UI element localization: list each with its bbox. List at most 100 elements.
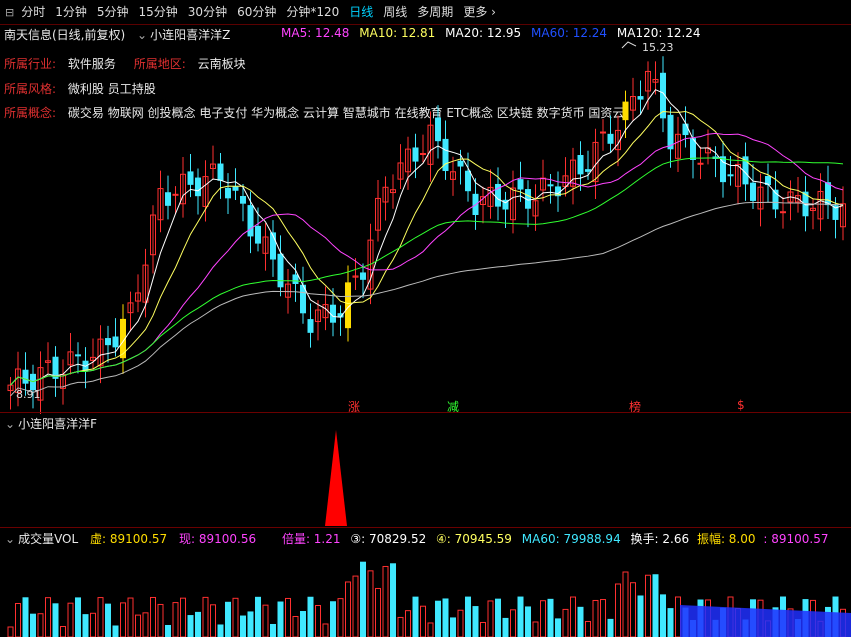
candle-body <box>360 272 366 280</box>
tab-1[interactable]: 1分钟 <box>50 0 92 24</box>
volume-bar <box>187 615 194 637</box>
volume-bar <box>112 625 119 637</box>
candlestick-chart[interactable] <box>0 24 851 414</box>
tab-3[interactable]: 15分钟 <box>134 0 183 24</box>
volume-bar <box>427 622 434 637</box>
tab-7[interactable]: 日线 <box>344 0 378 24</box>
volume-bar <box>157 603 164 637</box>
volume-bar <box>652 574 659 637</box>
candle-body <box>607 133 614 144</box>
tab-6[interactable]: 分钟*120 <box>281 0 344 24</box>
dollar-marker: $ <box>737 398 745 412</box>
tab-10[interactable]: 更多 › <box>458 0 501 24</box>
candle-body <box>825 182 831 206</box>
volume-bar <box>52 603 59 637</box>
candle-body <box>517 179 524 190</box>
vol-huanshou: 换手: 2.66 <box>630 532 690 546</box>
panel-divider <box>0 527 851 528</box>
candle-body <box>172 193 179 196</box>
volume-bar <box>562 608 569 637</box>
volume-bar <box>577 606 584 637</box>
volume-bar <box>90 612 96 637</box>
volume-bar <box>292 616 299 637</box>
candles <box>7 56 846 414</box>
candle-body <box>600 131 606 134</box>
volume-bar <box>345 581 351 637</box>
volume-bar <box>592 599 599 637</box>
volume-bar <box>435 600 441 637</box>
candle-body <box>697 162 704 165</box>
candle-body <box>420 153 426 156</box>
volume-bar <box>495 598 501 637</box>
candle-body <box>577 155 584 175</box>
vol-v3: ③: 70829.52 <box>350 532 427 546</box>
volume-bar <box>240 615 246 637</box>
volume-bar <box>600 599 606 637</box>
tab-5[interactable]: 60分钟 <box>232 0 281 24</box>
volume-bar <box>637 595 644 637</box>
volume-bar <box>330 601 336 637</box>
volume-bar <box>360 561 366 637</box>
candle-body <box>330 304 336 323</box>
volume-bar <box>465 596 471 637</box>
volume-bar <box>630 582 636 637</box>
candle-body <box>637 96 644 100</box>
tab-8[interactable]: 周线 <box>378 0 412 24</box>
volume-bar <box>390 563 396 637</box>
tab-4[interactable]: 30分钟 <box>183 0 232 24</box>
candle-body <box>457 160 464 167</box>
volume-bar <box>502 617 509 637</box>
volume-bar <box>352 575 359 637</box>
volume-bar <box>120 602 126 637</box>
tab-0[interactable]: 分时 <box>16 0 50 24</box>
volume-bar <box>397 616 404 637</box>
volume-bar <box>570 596 576 637</box>
candle-body <box>622 101 629 121</box>
volume-bar <box>7 626 14 637</box>
volume-name[interactable]: 成交量VOL <box>18 532 78 546</box>
candle-body <box>750 182 756 201</box>
tab-9[interactable]: 多周期 <box>412 0 458 24</box>
volume-bar <box>30 613 36 637</box>
vol-zhenfu: 振幅: 8.00 <box>696 532 756 546</box>
menu-grid-icon[interactable]: ⊟ <box>0 6 16 19</box>
volume-bar <box>532 621 539 637</box>
volume-bar <box>412 596 419 637</box>
volume-bar <box>517 596 524 637</box>
volume-bar <box>247 611 254 637</box>
volume-bar <box>22 597 29 637</box>
volume-bar <box>127 597 134 637</box>
candle-body <box>547 184 554 187</box>
candle-body <box>112 336 119 348</box>
volume-bar <box>300 611 306 637</box>
volume-bar <box>232 597 239 637</box>
candle-body <box>75 354 81 357</box>
candle-body <box>187 171 194 185</box>
candle-body <box>255 225 261 244</box>
volume-bar <box>105 603 111 637</box>
volume-bar <box>37 613 44 637</box>
vol-beiliang: 倍量: 1.21 <box>281 532 341 546</box>
volume-bar <box>75 597 81 637</box>
tab-2[interactable]: 5分钟 <box>92 0 134 24</box>
volume-bar <box>540 600 546 637</box>
candle-body <box>240 196 246 204</box>
volume-bar <box>262 604 269 637</box>
candle-body <box>292 274 299 284</box>
volume-bar <box>322 623 329 637</box>
volume-bar <box>555 618 561 637</box>
volume-bar <box>472 606 479 637</box>
volume-bar <box>315 604 321 637</box>
chevron-down-icon[interactable]: ⌄ <box>5 532 15 546</box>
volume-bar <box>675 596 681 637</box>
volume-bar <box>660 594 666 637</box>
volume-chart <box>7 561 851 637</box>
candle-body <box>165 192 171 206</box>
candle-body <box>232 186 239 191</box>
volume-bar <box>135 614 141 637</box>
candle-body <box>465 170 471 192</box>
vol-last: : 89100.57 <box>763 532 829 546</box>
volume-bar <box>450 617 456 637</box>
volume-bar <box>457 609 464 637</box>
volume-bar <box>622 571 629 637</box>
